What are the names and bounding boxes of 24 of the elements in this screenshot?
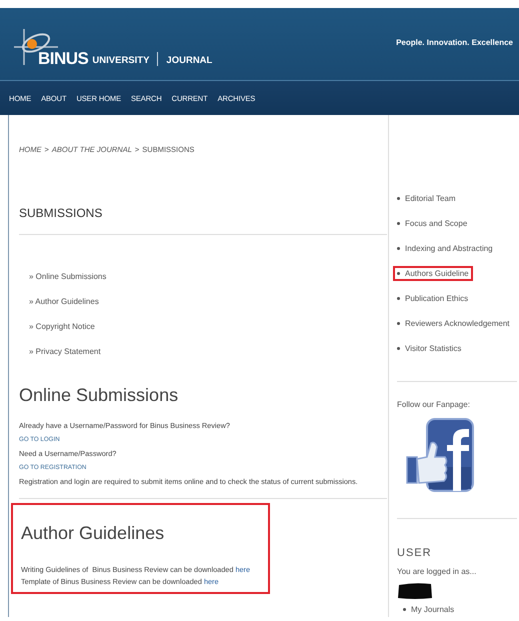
sidebar-link[interactable]: Authors Guideline: [393, 266, 473, 281]
tagline: People. Innovation. Excellence: [396, 38, 513, 46]
section-link[interactable]: » Author Guidelines: [29, 295, 388, 309]
login-status: You are logged in as...: [397, 567, 478, 576]
thumbs-up-icon[interactable]: [405, 417, 475, 493]
section-link[interactable]: » Online Submissions: [29, 270, 388, 284]
journal-label: JOURNAL: [166, 54, 212, 68]
logo-subtext: UNIVERSITY: [92, 54, 150, 68]
section-heading: Author Guidelines: [21, 523, 166, 544]
sidebar-link[interactable]: Reviewers Acknowledgement: [393, 316, 514, 331]
sidebar-heading: USER: [397, 547, 433, 559]
section-heading: Online Submissions: [19, 385, 180, 406]
redaction-mark: [397, 582, 433, 600]
sidebar-link[interactable]: Visitor Statistics: [393, 341, 466, 356]
logo-text: BINUS: [38, 49, 88, 69]
section-link[interactable]: » Privacy Statement: [29, 345, 388, 359]
sidebar-link[interactable]: My Journals: [399, 602, 458, 617]
sidebar-link[interactable]: Indexing and Abstracting: [393, 241, 497, 256]
sidebar-link[interactable]: Editorial Team: [393, 191, 460, 206]
section-link[interactable]: » Copyright Notice: [29, 320, 388, 334]
fanpage-label: Follow our Fanpage:: [397, 400, 471, 409]
sidebar-link[interactable]: Publication Ethics: [393, 291, 472, 306]
sidebar-link[interactable]: Focus and Scope: [393, 216, 472, 231]
page-title: SUBMISSIONS: [19, 206, 104, 220]
